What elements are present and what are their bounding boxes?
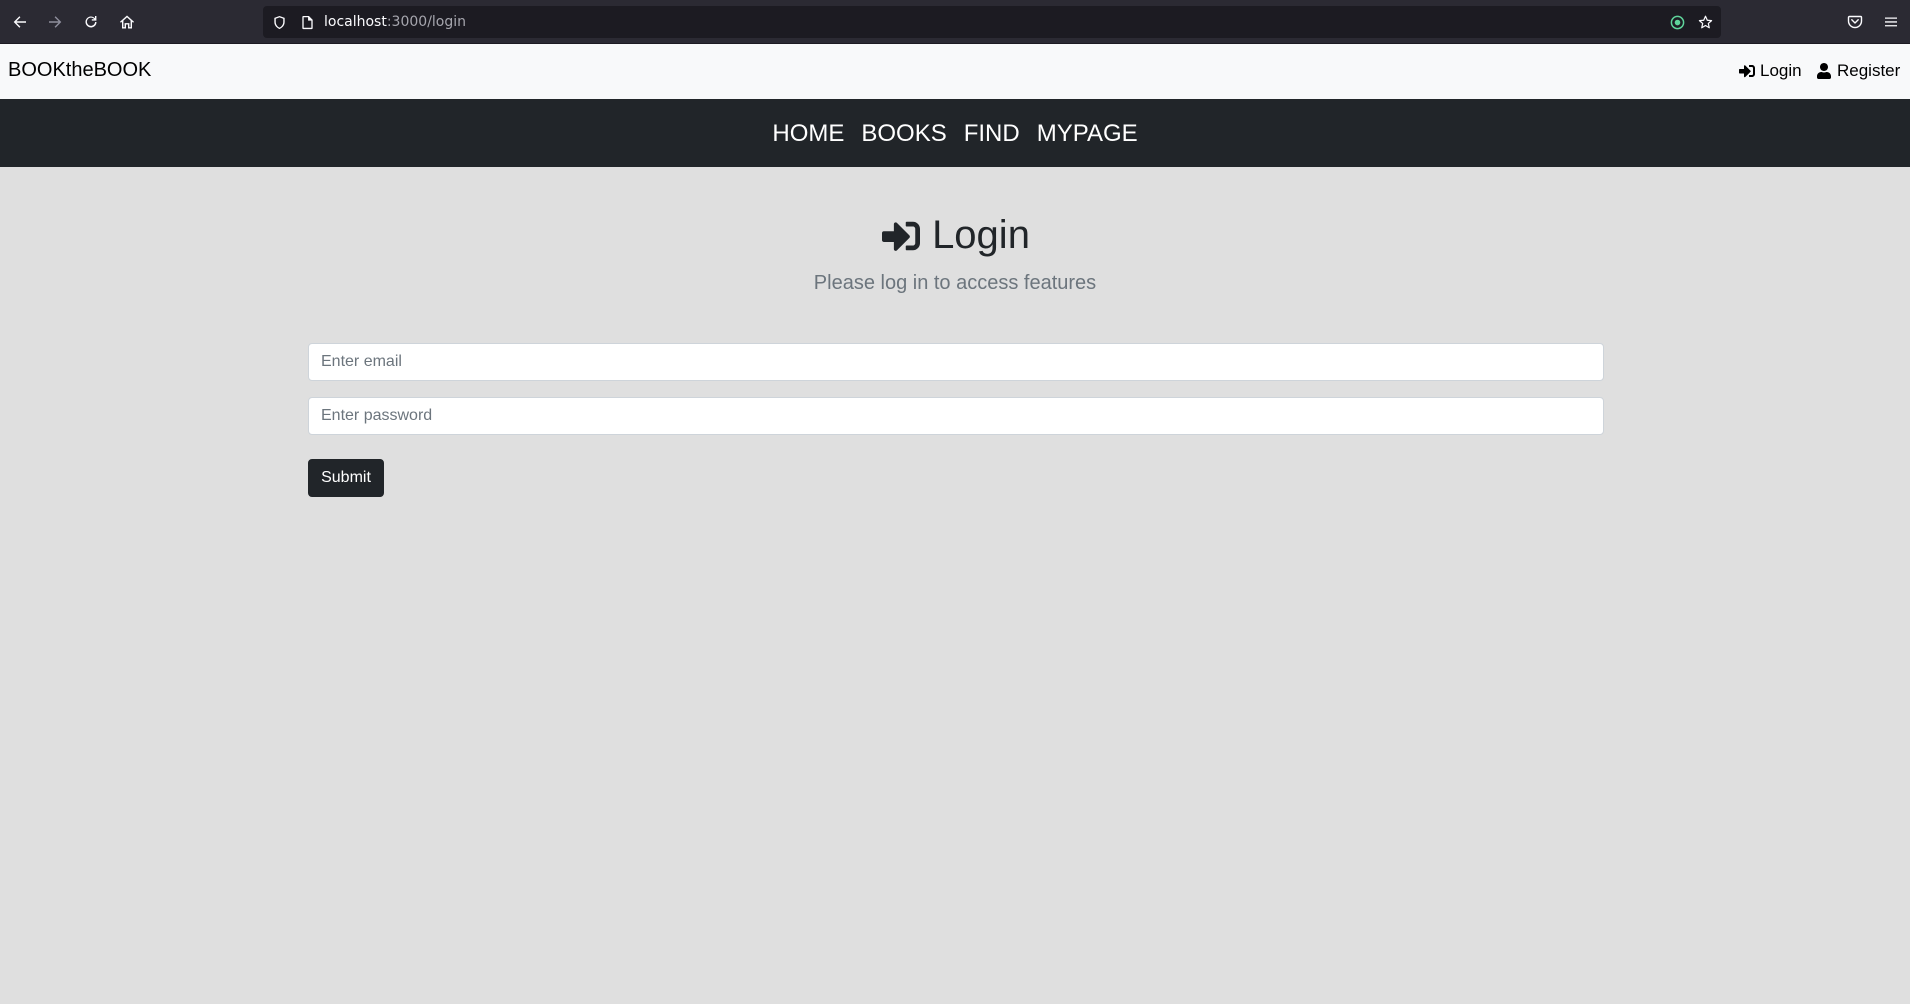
nav-home[interactable]: HOME — [772, 118, 844, 148]
address-bar[interactable]: localhost:3000/login — [263, 6, 1721, 38]
menu-icon — [1885, 17, 1897, 27]
reload-icon — [85, 16, 97, 28]
back-icon — [13, 16, 26, 28]
forward-icon — [49, 16, 62, 28]
home-icon — [120, 15, 134, 29]
home-button[interactable] — [113, 8, 141, 36]
login-header: Login Please log in to access features — [0, 213, 1910, 295]
login-link[interactable]: Login — [1739, 61, 1802, 81]
register-link-label: Register — [1837, 61, 1901, 80]
shield-icon[interactable] — [271, 14, 287, 30]
extension-icon[interactable] — [1669, 14, 1685, 30]
app-menu-button[interactable] — [1877, 8, 1905, 36]
nav-books[interactable]: BOOKS — [861, 118, 946, 148]
brand-logo[interactable]: BOOKtheBOOK — [8, 59, 151, 82]
back-button[interactable] — [6, 8, 34, 36]
nav-mypage[interactable]: MYPAGE — [1037, 118, 1138, 148]
top-navbar: BOOKtheBOOK Login Register — [0, 44, 1910, 99]
login-link-label: Login — [1760, 61, 1802, 80]
reload-button[interactable] — [77, 8, 105, 36]
sign-in-icon — [882, 221, 921, 251]
page-title: Login — [880, 213, 1030, 258]
nav-find[interactable]: FIND — [964, 118, 1020, 148]
page-title-text: Login — [932, 213, 1030, 257]
sign-in-icon — [1739, 65, 1755, 78]
register-link[interactable]: Register — [1816, 61, 1900, 81]
submit-button[interactable]: Submit — [308, 459, 384, 497]
pocket-button[interactable] — [1841, 8, 1869, 36]
email-field[interactable] — [308, 343, 1604, 381]
bookmark-star-icon[interactable] — [1697, 14, 1713, 30]
main-navbar: HOME BOOKS FIND MYPAGE — [0, 99, 1910, 167]
user-icon — [1817, 63, 1831, 79]
forward-button[interactable] — [41, 8, 69, 36]
page-subtitle: Please log in to access features — [813, 271, 1097, 294]
browser-toolbar: localhost:3000/login — [0, 0, 1910, 44]
page-icon[interactable] — [299, 14, 315, 30]
password-field[interactable] — [308, 397, 1604, 435]
url-text: localhost:3000/login — [324, 14, 466, 30]
url-path: :3000/login — [386, 14, 467, 30]
pocket-icon — [1847, 15, 1863, 29]
url-host: localhost — [324, 14, 387, 30]
